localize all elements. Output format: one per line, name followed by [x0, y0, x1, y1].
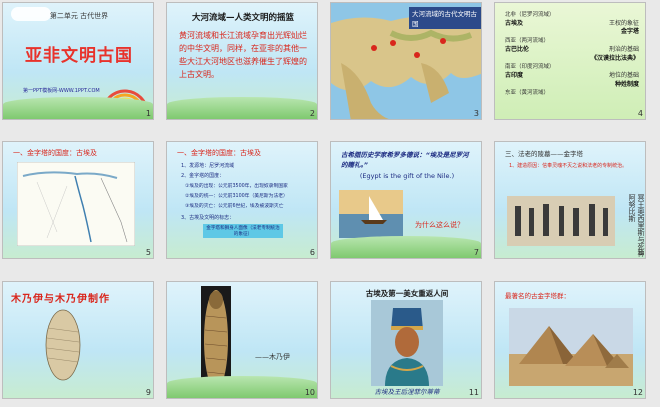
slide-thumbnail-7[interactable]: 古希腊历史学家希罗多德说：“埃及是尼罗河的赠礼。” (Egypt is the …	[330, 141, 482, 259]
slide-body: 1、建造原因：信奉灵魂不灭之说和法老的专制统治。	[509, 163, 628, 169]
image-caption: ——木乃伊	[255, 353, 290, 361]
table-row: 西亚（两河流域）	[505, 38, 550, 45]
pyramids-photo	[509, 308, 633, 386]
slide-title: 亚非文明古国	[25, 46, 133, 66]
quote-english: (Egypt is the gift of the Nile.)	[359, 172, 455, 180]
slide-number: 1	[145, 109, 151, 118]
slide-thumbnail-2[interactable]: 大河流域—人类文明的摇篮 黄河流域和长江流域孕育出光辉灿烂的中华文明，同样，在亚…	[166, 2, 318, 120]
slide-sorter-grid: 第二单元 古代世界 亚非文明古国 第一PPT模板网-WWW.1PPT.COM 1…	[0, 0, 660, 407]
slide-heading: 一、金字塔的国度：古埃及	[177, 149, 261, 157]
slide-thumbnail-10[interactable]: ——木乃伊 10	[166, 281, 318, 399]
slide-thumbnail-8[interactable]: 三、法老的陵墓——金字塔 1、建造原因：信奉灵魂不灭之说和法老的专制统治。 冥王…	[494, 141, 646, 259]
slide-number: 11	[468, 388, 479, 397]
highlight-box: 金字塔和狮身人面像（法老专制统治的象征）	[203, 224, 283, 238]
slide-number: 12	[632, 388, 643, 397]
civilization-table: 北非（尼罗河流域） 古埃及 王权的象征 金字塔 西亚（两河流域） 古巴比伦 刑治的基…	[505, 11, 639, 98]
table-row: 古巴比伦 刑治的基础	[505, 45, 639, 53]
slide-thumbnail-6[interactable]: 一、金字塔的国度：古埃及 1、发源地：尼罗河流域 2、金字塔的国度： ①埃及的出…	[166, 141, 318, 259]
slide-thumbnail-3[interactable]: 大河流域的古代文明古国 3	[330, 2, 482, 120]
table-row: 南亚（印度河流域）	[505, 64, 555, 71]
slide-heading: 古埃及第一美女重返人间	[365, 289, 449, 298]
slide-number: 6	[309, 248, 315, 257]
slide-heading: 木乃伊与木乃伊制作	[11, 294, 110, 305]
slide-item: ①埃及的出现：公元前3500年，出现奴隶制国家	[185, 184, 288, 189]
table-row: 种姓制度	[614, 80, 639, 88]
question-text: 为什么这么说？	[415, 221, 464, 229]
grass-decoration	[3, 97, 153, 119]
slide-item: 1、发源地：尼罗河流域	[181, 163, 235, 169]
table-row: 《汉谟拉比法典》	[590, 54, 639, 62]
grass-decoration	[331, 236, 481, 258]
nefertiti-bust-image	[371, 300, 443, 386]
nile-sailboat-image	[339, 190, 403, 238]
slide-heading: 最著名的古金字塔群：	[505, 292, 570, 300]
slide-number: 9	[145, 388, 151, 397]
slide-number: 2	[309, 109, 315, 118]
slide-heading: 三、法老的陵墓——金字塔	[505, 150, 583, 158]
slide-number: 7	[473, 248, 479, 257]
map-title: 大河流域的古代文明古国	[409, 7, 481, 29]
slide-thumbnail-12[interactable]: 最著名的古金字塔群： 12	[494, 281, 646, 399]
slide-footer: 古埃及王后涅菲尔蒂蒂	[374, 388, 440, 396]
egypt-map-image	[17, 162, 135, 246]
slide-number: 3	[473, 109, 479, 118]
slide-number: 5	[145, 248, 151, 257]
unit-title: 第二单元 古代世界	[49, 12, 109, 20]
egyptian-relief-image	[507, 196, 615, 246]
table-row: 古埃及 王权的象征	[505, 19, 639, 27]
grass-decoration	[167, 97, 317, 119]
table-row: 古印度 地位的基础	[505, 71, 639, 79]
slide-thumbnail-9[interactable]: 木乃伊与木乃伊制作 9	[2, 281, 154, 399]
slide-thumbnail-11[interactable]: 古埃及第一美女重返人间 古埃及王后涅菲尔蒂蒂 11	[330, 281, 482, 399]
slide-item: 2、金字塔的国度：	[181, 173, 225, 179]
slide-heading: 大河流域—人类文明的摇篮	[191, 13, 294, 23]
grass-decoration	[167, 376, 317, 398]
table-row: 北非（尼罗河流域）	[505, 12, 555, 18]
slide-item: ③埃及的灭亡：公元前6世纪，埃及被波斯灭亡	[185, 204, 284, 209]
slide-number: 10	[304, 388, 315, 397]
slide-item: 3、古埃及文明的标志：	[181, 215, 235, 221]
table-row: 东亚（黄河流域）	[505, 90, 550, 97]
quote-text: 古希腊历史学家希罗多德说：“埃及是尼罗河的赠礼。”	[341, 151, 469, 169]
slide-thumbnail-1[interactable]: 第二单元 古代世界 亚非文明古国 第一PPT模板网-WWW.1PPT.COM 1	[2, 2, 154, 120]
slide-thumbnail-5[interactable]: 一、金字塔的国度：古埃及 5	[2, 141, 154, 259]
slide-thumbnail-4[interactable]: 北非（尼罗河流域） 古埃及 王权的象征 金字塔 西亚（两河流域） 古巴比伦 刑治的基…	[494, 2, 646, 120]
table-row: 金字塔	[620, 28, 639, 36]
slide-heading: 一、金字塔的国度：古埃及	[13, 149, 97, 157]
mummy-wrapping-image	[45, 309, 81, 381]
slide-body: 黄河流域和长江流域孕育出光辉灿烂的中华文明，同样，在亚非的其他一些大江大河地区也…	[179, 31, 307, 79]
site-footer: 第一PPT模板网-WWW.1PPT.COM	[23, 88, 100, 94]
slide-number: 8	[637, 248, 643, 257]
slide-item: ②埃及的统一：公元前3100年（美尼斯为法老）	[185, 194, 288, 199]
slide-number: 4	[637, 109, 643, 118]
